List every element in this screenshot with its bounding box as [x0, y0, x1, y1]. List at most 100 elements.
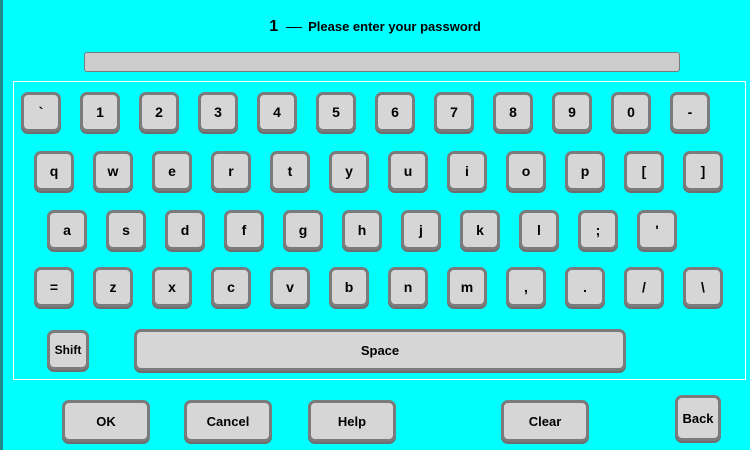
key[interactable]: ; [578, 210, 618, 250]
key[interactable]: ' [637, 210, 677, 250]
space-key[interactable]: Space [134, 329, 626, 371]
key[interactable]: l [519, 210, 559, 250]
cancel-button-label: Cancel [206, 413, 250, 429]
key-label: ; [595, 222, 601, 238]
shift-key-label: Shift [54, 343, 82, 357]
key[interactable]: g [283, 210, 323, 250]
key-label: a [63, 222, 71, 238]
key[interactable]: p [565, 151, 605, 191]
key[interactable]: h [342, 210, 382, 250]
key[interactable]: y [329, 151, 369, 191]
key-label: z [109, 279, 117, 295]
ok-button-label: OK [96, 413, 116, 429]
key-label: = [49, 279, 59, 295]
key-label: / [642, 279, 646, 295]
key-label: , [524, 279, 528, 295]
key[interactable]: , [506, 267, 546, 307]
key[interactable]: j [401, 210, 441, 250]
key[interactable]: t [270, 151, 310, 191]
key[interactable]: \ [683, 267, 723, 307]
key[interactable]: [ [624, 151, 664, 191]
key-label: . [583, 279, 587, 295]
help-button-label: Help [337, 413, 367, 429]
back-button[interactable]: Back [675, 395, 721, 441]
key[interactable]: 6 [375, 92, 415, 132]
key[interactable]: b [329, 267, 369, 307]
key[interactable]: a [47, 210, 87, 250]
key-label: d [180, 222, 190, 238]
key[interactable]: 0 [611, 92, 651, 132]
key[interactable]: 5 [316, 92, 356, 132]
key-label: w [107, 163, 119, 179]
key-label: x [168, 279, 176, 295]
key[interactable]: ` [21, 92, 61, 132]
key[interactable]: = [34, 267, 74, 307]
clear-button[interactable]: Clear [501, 400, 589, 442]
key[interactable]: n [388, 267, 428, 307]
key-label: - [687, 104, 693, 120]
key[interactable]: d [165, 210, 205, 250]
key-label: \ [701, 279, 705, 295]
key-label: e [168, 163, 176, 179]
key-label: t [287, 163, 293, 179]
key[interactable]: 9 [552, 92, 592, 132]
key-label: y [345, 163, 353, 179]
key-label: 3 [214, 104, 222, 120]
key[interactable]: v [270, 267, 310, 307]
key-label: ' [655, 222, 659, 238]
key[interactable]: x [152, 267, 192, 307]
back-button-label: Back [682, 410, 714, 426]
key[interactable]: 8 [493, 92, 533, 132]
clear-button-label: Clear [528, 413, 562, 429]
key[interactable]: e [152, 151, 192, 191]
key-label: 7 [450, 104, 458, 120]
key[interactable]: r [211, 151, 251, 191]
key-label: c [227, 279, 235, 295]
help-button[interactable]: Help [308, 400, 396, 442]
key[interactable]: - [670, 92, 710, 132]
password-field[interactable] [84, 52, 680, 72]
shift-key[interactable]: Shift [47, 330, 89, 370]
key[interactable]: . [565, 267, 605, 307]
key[interactable]: 7 [434, 92, 474, 132]
key[interactable]: o [506, 151, 546, 191]
key-label: v [286, 279, 294, 295]
key[interactable]: c [211, 267, 251, 307]
dash-divider [286, 27, 303, 29]
key-label: o [521, 163, 531, 179]
key[interactable]: 1 [80, 92, 120, 132]
key-label: 2 [155, 104, 163, 120]
prompt-text: Please enter your password [308, 19, 481, 34]
key-label: l [537, 222, 541, 238]
key-label: [ [641, 163, 647, 179]
key-label: b [344, 279, 354, 295]
key[interactable]: 3 [198, 92, 238, 132]
key[interactable]: z [93, 267, 133, 307]
key[interactable]: q [34, 151, 74, 191]
key-label: 4 [273, 104, 281, 120]
key[interactable]: i [447, 151, 487, 191]
key-label: s [122, 222, 130, 238]
key[interactable]: ] [683, 151, 723, 191]
prompt-header: 1 Please enter your password [0, 18, 750, 36]
key[interactable]: f [224, 210, 264, 250]
key-label: h [357, 222, 367, 238]
key-label: m [460, 279, 474, 295]
key[interactable]: 2 [139, 92, 179, 132]
step-number: 1 [269, 18, 279, 35]
key-label: ] [700, 163, 706, 179]
cancel-button[interactable]: Cancel [184, 400, 272, 442]
ok-button[interactable]: OK [62, 400, 150, 442]
key-label: q [49, 163, 59, 179]
key-label: p [580, 163, 590, 179]
key[interactable]: w [93, 151, 133, 191]
space-key-label: Space [360, 342, 400, 358]
key[interactable]: s [106, 210, 146, 250]
key[interactable]: 4 [257, 92, 297, 132]
key[interactable]: / [624, 267, 664, 307]
key-label: 8 [509, 104, 517, 120]
key-label: n [403, 279, 413, 295]
key[interactable]: k [460, 210, 500, 250]
key[interactable]: m [447, 267, 487, 307]
key[interactable]: u [388, 151, 428, 191]
